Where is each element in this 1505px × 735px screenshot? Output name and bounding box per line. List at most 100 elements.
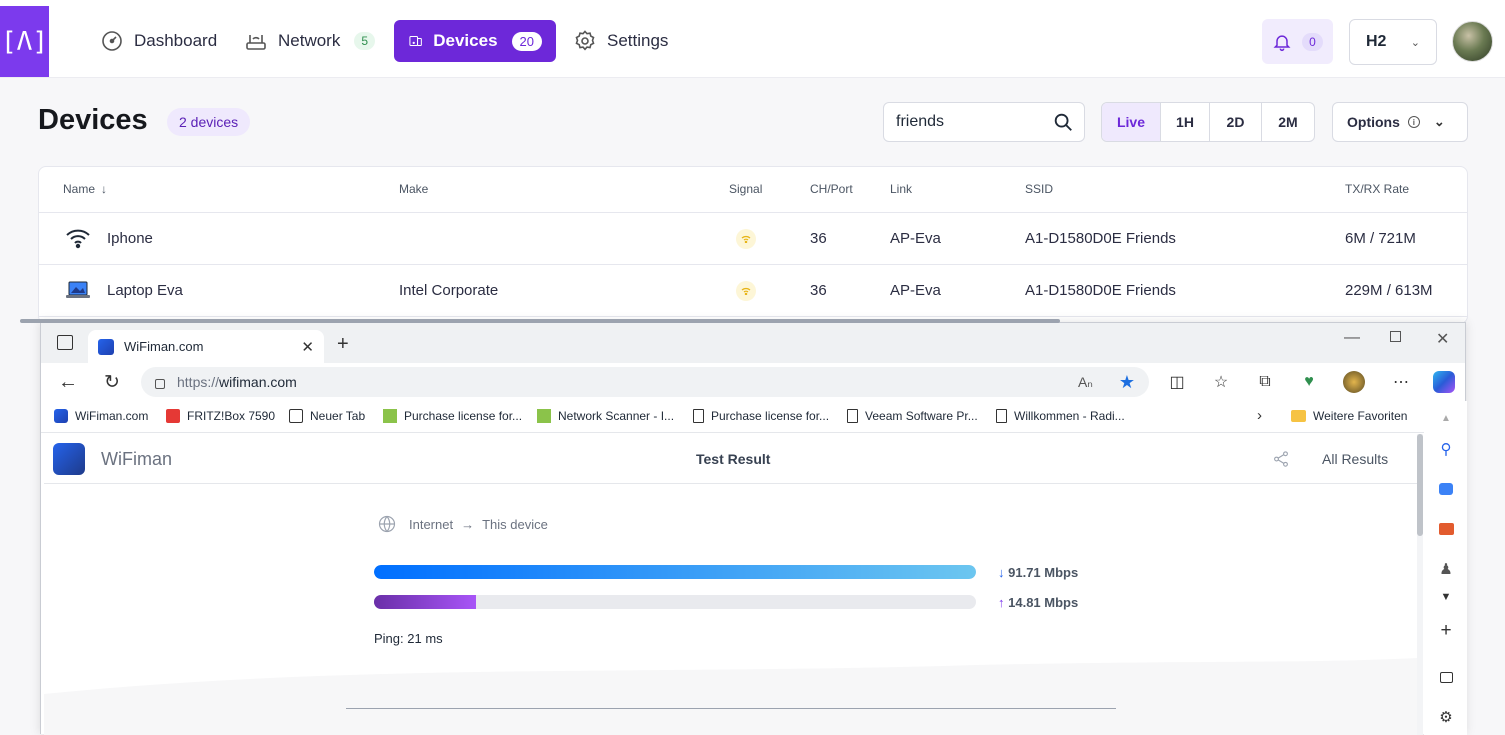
sidebar-toggle-icon[interactable] bbox=[1436, 667, 1456, 687]
fav-label: Neuer Tab bbox=[310, 409, 366, 423]
table-row[interactable]: Laptop Eva Intel Corporate 36 AP-Eva A1-… bbox=[39, 265, 1467, 317]
scanner-icon bbox=[537, 409, 551, 423]
maximize-icon[interactable] bbox=[1390, 331, 1401, 342]
favorites-icon[interactable]: ☆ bbox=[1211, 372, 1231, 392]
wifiman-page-title: Test Result bbox=[696, 451, 771, 467]
scrollbar-thumb[interactable] bbox=[1417, 434, 1423, 536]
fav-item[interactable]: Purchase license for... bbox=[693, 409, 829, 423]
device-link[interactable]: AP-Eva bbox=[890, 230, 941, 247]
shopping-tag-icon[interactable] bbox=[1436, 479, 1456, 499]
tab-strip: WiFiman.com ✕ + — ✕ bbox=[41, 323, 1465, 363]
share-icon[interactable] bbox=[1272, 450, 1290, 468]
split-screen-icon[interactable]: ◫ bbox=[1167, 372, 1187, 392]
range-1h[interactable]: 1H bbox=[1160, 103, 1209, 141]
col-name[interactable]: Name ↓ bbox=[63, 182, 107, 196]
range-live[interactable]: Live bbox=[1102, 103, 1160, 141]
info-icon: i bbox=[1407, 116, 1420, 128]
fav-label: Purchase license for... bbox=[404, 409, 523, 423]
favorite-star-icon[interactable]: ★ bbox=[1119, 372, 1135, 393]
nav-network[interactable]: Network 5 bbox=[236, 20, 383, 62]
nav-dashboard[interactable]: Dashboard bbox=[92, 20, 225, 62]
download-speed: ↓ 91.71 Mbps bbox=[998, 565, 1078, 580]
nav-dashboard-label: Dashboard bbox=[134, 31, 218, 50]
page-scrollbar[interactable] bbox=[1417, 434, 1423, 735]
route-to: This device bbox=[482, 516, 548, 532]
all-results-link[interactable]: All Results bbox=[1322, 451, 1388, 467]
wifiman-brand[interactable]: WiFiman bbox=[101, 449, 172, 470]
time-range-selector: Live 1H 2D 2M bbox=[1101, 102, 1315, 142]
edge-sidebar: ▲ ⚲ ♟ ▼ + ⚙ bbox=[1424, 401, 1467, 735]
notifications-button[interactable]: 0 bbox=[1262, 19, 1333, 64]
arrow-down-icon: ↓ bbox=[998, 565, 1005, 580]
scroll-up-icon[interactable]: ▲ bbox=[1436, 408, 1456, 428]
fav-item[interactable]: Network Scanner - I... bbox=[537, 409, 674, 423]
close-tab-icon[interactable]: ✕ bbox=[301, 338, 314, 356]
user-avatar[interactable] bbox=[1452, 21, 1493, 62]
range-2m[interactable]: 2M bbox=[1261, 103, 1314, 141]
read-aloud-icon[interactable]: Aₙ bbox=[1078, 374, 1093, 391]
range-2d[interactable]: 2D bbox=[1209, 103, 1261, 141]
chevron-right-icon[interactable]: › bbox=[1257, 407, 1262, 424]
network-count-badge: 5 bbox=[354, 32, 376, 50]
table-scrollbar[interactable] bbox=[20, 319, 1060, 323]
device-channel: 36 bbox=[810, 230, 827, 247]
games-icon[interactable]: ♟ bbox=[1436, 559, 1456, 579]
chevron-down-icon: ⌄ bbox=[1433, 114, 1445, 129]
fav-item[interactable]: Neuer Tab bbox=[289, 409, 365, 423]
search-icon[interactable]: ⚲ bbox=[1436, 439, 1456, 459]
download-value: 91.71 Mbps bbox=[1008, 565, 1079, 580]
tools-icon[interactable] bbox=[1436, 519, 1456, 539]
fav-item[interactable]: WiFiman.com bbox=[54, 409, 148, 423]
search-input[interactable]: friends bbox=[883, 102, 1085, 142]
nav-settings[interactable]: Settings bbox=[565, 20, 676, 62]
device-rate: 229M / 613M bbox=[1345, 282, 1433, 299]
add-icon[interactable]: + bbox=[1436, 620, 1456, 641]
refresh-icon[interactable]: ↻ bbox=[102, 372, 122, 393]
app-logo[interactable]: [Λ] bbox=[0, 6, 49, 77]
profile-avatar-icon[interactable] bbox=[1343, 371, 1365, 393]
fav-label: Network Scanner - I... bbox=[558, 409, 675, 423]
more-favorites-folder[interactable]: Weitere Favoriten bbox=[1291, 409, 1407, 423]
fav-item[interactable]: Willkommen - Radi... bbox=[996, 409, 1125, 423]
back-icon[interactable]: ← bbox=[58, 371, 78, 393]
copilot-icon[interactable] bbox=[1433, 371, 1455, 393]
license-icon bbox=[383, 409, 397, 423]
nav-devices[interactable]: Devices 20 bbox=[394, 20, 556, 62]
site-selector[interactable]: H2 ⌄ bbox=[1349, 19, 1437, 65]
wifiman-header: WiFiman Test Result All Results bbox=[44, 434, 1417, 484]
col-link[interactable]: Link bbox=[890, 182, 912, 196]
collections-icon[interactable]: ⧉ bbox=[1255, 372, 1275, 392]
gear-icon[interactable]: ⚙ bbox=[1436, 707, 1456, 727]
close-window-icon[interactable]: ✕ bbox=[1436, 329, 1449, 349]
fav-item[interactable]: Veeam Software Pr... bbox=[847, 409, 978, 423]
page-title: Devices bbox=[38, 104, 148, 136]
col-make[interactable]: Make bbox=[399, 182, 428, 196]
performance-icon[interactable]: ♥ bbox=[1299, 372, 1319, 392]
fav-label: WiFiman.com bbox=[75, 409, 149, 423]
fav-label: Veeam Software Pr... bbox=[865, 409, 978, 423]
device-link[interactable]: AP-Eva bbox=[890, 282, 941, 299]
fav-item[interactable]: FRITZ!Box 7590 bbox=[166, 409, 275, 423]
browser-tab[interactable]: WiFiman.com ✕ bbox=[88, 330, 324, 363]
minimize-icon[interactable]: — bbox=[1344, 329, 1360, 347]
tab-actions-icon[interactable] bbox=[57, 335, 73, 350]
col-rate[interactable]: TX/RX Rate bbox=[1345, 182, 1409, 196]
page-icon bbox=[847, 409, 858, 423]
divider bbox=[346, 708, 1116, 709]
more-menu-icon[interactable]: ⋯ bbox=[1391, 372, 1411, 392]
download-bar-fill bbox=[374, 565, 976, 579]
url-field[interactable]: https://wifiman.com Aₙ ★ bbox=[141, 367, 1149, 397]
device-name: Iphone bbox=[107, 230, 153, 247]
col-ch-port[interactable]: CH/Port bbox=[810, 182, 853, 196]
bell-icon bbox=[1273, 34, 1291, 51]
expand-icon[interactable]: ▼ bbox=[1436, 587, 1456, 607]
web-content: WiFiman Test Result All Results Internet… bbox=[44, 434, 1417, 735]
options-dropdown[interactable]: Options i ⌄ bbox=[1332, 102, 1468, 142]
table-row[interactable]: Iphone 36 AP-Eva A1-D1580D0E Friends 6M … bbox=[39, 213, 1467, 265]
col-ssid[interactable]: SSID bbox=[1025, 182, 1053, 196]
wifiman-logo[interactable] bbox=[53, 443, 85, 475]
col-signal[interactable]: Signal bbox=[729, 182, 762, 196]
search-icon[interactable] bbox=[1052, 111, 1074, 133]
fav-item[interactable]: Purchase license for... bbox=[383, 409, 522, 423]
new-tab-icon[interactable]: + bbox=[337, 333, 349, 356]
